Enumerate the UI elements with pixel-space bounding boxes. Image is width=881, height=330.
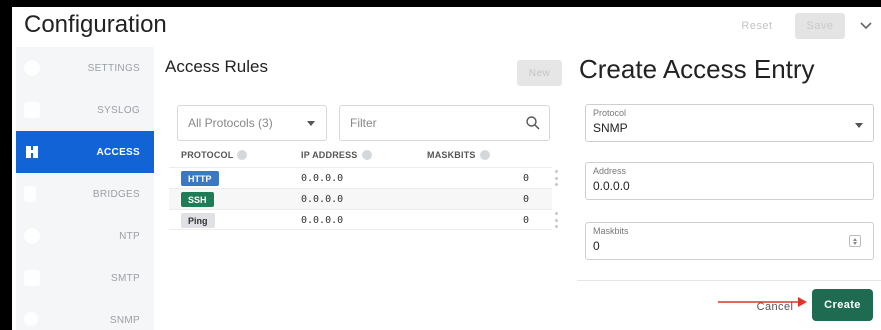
cancel-button[interactable]: Cancel bbox=[746, 294, 804, 320]
row-menu-icon[interactable] bbox=[555, 212, 559, 228]
bridge-icon bbox=[24, 186, 36, 202]
search-icon[interactable] bbox=[525, 115, 541, 131]
mail-icon bbox=[24, 270, 40, 286]
column-header-ip[interactable]: IP ADDRESS bbox=[301, 150, 372, 160]
maskbits-stepper[interactable]: Maskbits 0 bbox=[585, 222, 874, 260]
create-entry-title: Create Access Entry bbox=[579, 54, 815, 84]
table-header: PROTOCOL IP ADDRESS MASKBITS bbox=[169, 146, 552, 167]
network-icon bbox=[24, 312, 38, 326]
sidebar-item-bridges[interactable]: BRIDGES bbox=[16, 173, 154, 215]
access-rules-table: PROTOCOL IP ADDRESS MASKBITS HTTP 0.0.0.… bbox=[169, 146, 558, 230]
sidebar-item-label: BRIDGES bbox=[92, 188, 140, 200]
maskbits-value: 0 bbox=[593, 239, 600, 253]
divider bbox=[577, 280, 881, 281]
table-row[interactable]: HTTP 0.0.0.0 0 bbox=[169, 167, 558, 188]
reset-button[interactable]: Reset bbox=[735, 13, 779, 39]
sidebar-item-label: ACCESS bbox=[96, 146, 140, 158]
protocol-label: Protocol bbox=[593, 108, 627, 118]
maskbits-cell: 0 bbox=[523, 173, 530, 184]
app-window: Configuration Reset Save SETTINGS SYSLOG… bbox=[12, 7, 881, 330]
maskbits-cell: 0 bbox=[523, 194, 530, 205]
sidebar-item-label: NTP bbox=[119, 230, 140, 242]
access-icon bbox=[26, 146, 38, 158]
clock-icon bbox=[24, 228, 40, 244]
page-title: Configuration bbox=[24, 11, 167, 38]
sidebar: SETTINGS SYSLOG ACCESS BRIDGES NTP SMTP bbox=[16, 47, 154, 330]
save-button[interactable]: Save bbox=[795, 13, 845, 39]
maskbits-cell: 0 bbox=[523, 215, 530, 226]
help-icon[interactable] bbox=[237, 150, 248, 160]
sidebar-item-ntp[interactable]: NTP bbox=[16, 215, 154, 257]
help-icon[interactable] bbox=[479, 150, 490, 160]
document-icon bbox=[24, 102, 40, 118]
protocol-badge: SSH bbox=[181, 192, 214, 207]
table-row[interactable]: SSH 0.0.0.0 0 bbox=[169, 188, 552, 209]
chevron-down-icon[interactable] bbox=[857, 17, 875, 35]
protocol-value: SNMP bbox=[593, 121, 628, 135]
address-value: 0.0.0.0 bbox=[593, 179, 630, 193]
filter-input[interactable]: Filter bbox=[339, 105, 550, 141]
protocol-select[interactable]: Protocol SNMP bbox=[585, 104, 874, 142]
create-button[interactable]: Create bbox=[812, 289, 873, 321]
address-label: Address bbox=[593, 166, 627, 176]
table-row[interactable]: Ping 0.0.0.0 0 bbox=[169, 209, 558, 230]
column-header-maskbits[interactable]: MASKBITS bbox=[427, 150, 490, 160]
sidebar-item-smtp[interactable]: SMTP bbox=[16, 257, 154, 299]
sidebar-item-label: SYSLOG bbox=[97, 104, 140, 116]
maskbits-label: Maskbits bbox=[593, 226, 629, 236]
ip-address-cell: 0.0.0.0 bbox=[301, 173, 344, 184]
header: Configuration Reset Save bbox=[12, 7, 881, 45]
dropdown-caret-icon bbox=[855, 123, 863, 128]
stepper-icon[interactable] bbox=[849, 235, 861, 247]
address-field[interactable]: Address 0.0.0.0 bbox=[585, 162, 874, 200]
sidebar-item-settings[interactable]: SETTINGS bbox=[16, 47, 154, 89]
sidebar-item-label: SNMP bbox=[109, 314, 140, 326]
dropdown-caret-icon bbox=[307, 121, 315, 126]
new-rule-button[interactable]: New bbox=[517, 60, 562, 86]
protocol-badge: HTTP bbox=[181, 171, 219, 186]
protocol-filter-select[interactable]: All Protocols (3) bbox=[177, 105, 327, 141]
gear-icon bbox=[24, 60, 40, 76]
ip-address-cell: 0.0.0.0 bbox=[301, 194, 344, 205]
sidebar-item-snmp[interactable]: SNMP bbox=[16, 299, 154, 330]
row-menu-icon[interactable] bbox=[555, 170, 559, 186]
sidebar-item-access[interactable]: ACCESS bbox=[16, 131, 154, 173]
protocol-filter-value: All Protocols (3) bbox=[188, 116, 273, 130]
sidebar-item-label: SETTINGS bbox=[87, 62, 140, 74]
help-icon[interactable] bbox=[361, 150, 372, 160]
column-header-protocol[interactable]: PROTOCOL bbox=[181, 150, 248, 160]
sidebar-item-label: SMTP bbox=[111, 272, 140, 284]
ip-address-cell: 0.0.0.0 bbox=[301, 215, 344, 226]
filter-placeholder: Filter bbox=[350, 116, 377, 130]
protocol-badge: Ping bbox=[181, 213, 215, 228]
sidebar-item-syslog[interactable]: SYSLOG bbox=[16, 89, 154, 131]
access-rules-title: Access Rules bbox=[165, 57, 268, 76]
